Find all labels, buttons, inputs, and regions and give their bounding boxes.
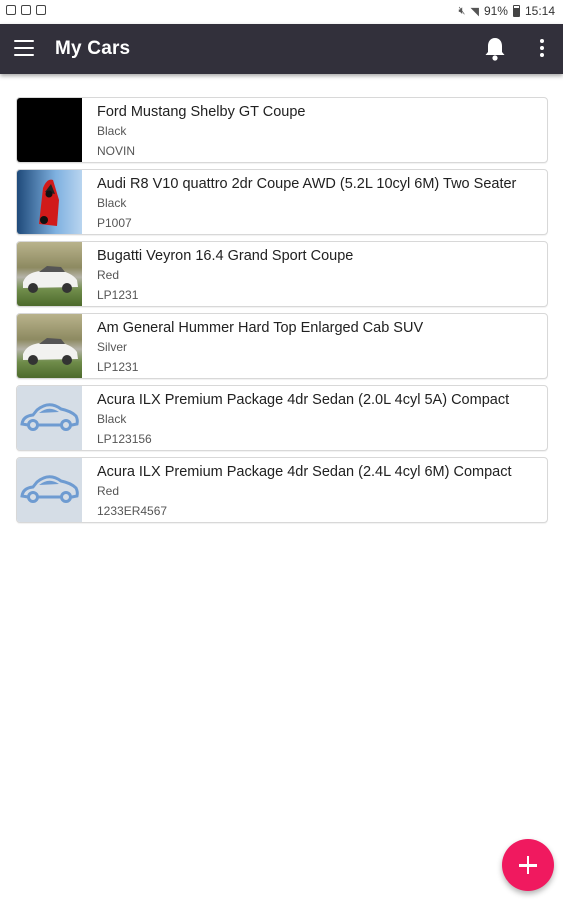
app-bar: My Cars <box>0 24 563 74</box>
car-name: Acura ILX Premium Package 4dr Sedan (2.0… <box>97 392 510 408</box>
car-thumbnail <box>17 458 82 522</box>
car-thumbnail <box>17 98 82 162</box>
car-plate: LP123156 <box>97 432 152 446</box>
car-name: Audi R8 V10 quattro 2dr Coupe AWD (5.2L … <box>97 176 517 192</box>
add-car-button[interactable] <box>502 839 554 891</box>
car-list-item[interactable]: Bugatti Veyron 16.4 Grand Sport Coupe Red… <box>16 241 548 307</box>
menu-icon[interactable] <box>14 40 34 56</box>
car-color: Black <box>97 124 127 138</box>
car-color: Black <box>97 196 127 210</box>
download-notification-icon <box>36 5 46 15</box>
battery-icon <box>512 5 520 17</box>
car-list-item[interactable]: Ford Mustang Shelby GT Coupe Black NOVIN <box>16 97 548 163</box>
status-indicators: 🔇︎ ◥ 91% 15:14 <box>459 4 555 18</box>
car-color: Black <box>97 412 127 426</box>
page-title: My Cars <box>55 38 131 59</box>
car-thumbnail <box>17 170 82 234</box>
car-name: Ford Mustang Shelby GT Coupe <box>97 104 306 120</box>
car-plate: LP1231 <box>97 360 139 374</box>
mute-icon: 🔇︎ <box>458 4 466 17</box>
car-color: Red <box>97 484 120 498</box>
car-plate: NOVIN <box>97 144 136 158</box>
car-plate: LP1231 <box>97 288 139 302</box>
car-name: Am General Hummer Hard Top Enlarged Cab … <box>97 320 424 336</box>
car-color: Red <box>97 268 120 282</box>
car-name: Bugatti Veyron 16.4 Grand Sport Coupe <box>97 248 354 264</box>
car-color: Silver <box>97 340 128 354</box>
car-list-item[interactable]: Audi R8 V10 quattro 2dr Coupe AWD (5.2L … <box>16 169 548 235</box>
status-bar: 🔇︎ ◥ 91% 15:14 <box>0 0 563 24</box>
car-thumbnail <box>17 386 82 450</box>
car-plate: 1233ER4567 <box>97 504 168 518</box>
car-name: Acura ILX Premium Package 4dr Sedan (2.4… <box>97 464 512 480</box>
app-notification-icon <box>21 5 31 15</box>
car-list-item[interactable]: Acura ILX Premium Package 4dr Sedan (2.0… <box>16 385 548 451</box>
car-thumbnail <box>17 242 82 306</box>
more-vert-icon[interactable] <box>539 39 545 59</box>
car-plate: P1007 <box>97 216 132 230</box>
battery-percent: 91% <box>483 4 508 18</box>
car-list: Ford Mustang Shelby GT Coupe Black NOVIN Au… <box>16 97 548 529</box>
notification-icons <box>6 5 46 15</box>
wifi-icon: ◥ <box>470 5 479 18</box>
car-list-item[interactable]: Acura ILX Premium Package 4dr Sedan (2.4… <box>16 457 548 523</box>
car-list-item[interactable]: Am General Hummer Hard Top Enlarged Cab … <box>16 313 548 379</box>
clock: 15:14 <box>524 4 555 18</box>
bell-icon[interactable] <box>483 36 507 62</box>
image-notification-icon <box>6 5 16 15</box>
car-thumbnail <box>17 314 82 378</box>
